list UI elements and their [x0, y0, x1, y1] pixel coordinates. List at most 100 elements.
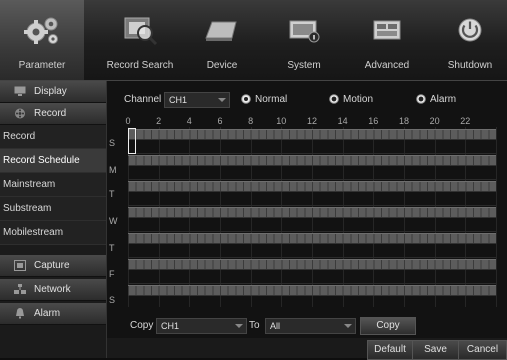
toolbar-device[interactable]: Device	[180, 0, 264, 80]
sidebar-item-mobilestream-label: Mobilestream	[3, 227, 64, 238]
motion-radio[interactable]	[329, 94, 339, 104]
day-label-saturday: S	[109, 295, 116, 305]
row-divider	[128, 283, 496, 284]
to-label: To	[249, 320, 260, 331]
top-toolbar: Parameter Record Search Device System Ad…	[0, 0, 507, 81]
monitor-icon	[14, 86, 26, 96]
sidebar-category-capture-label: Capture	[34, 260, 70, 271]
toolbar-record-search-label: Record Search	[106, 60, 174, 71]
toolbar-advanced[interactable]: Advanced	[345, 0, 429, 80]
channel-select[interactable]: CH1	[164, 92, 230, 108]
sidebar-item-record[interactable]: Record	[0, 125, 106, 149]
day-label-wednesday: W	[109, 216, 118, 226]
copy-label: Copy	[130, 320, 154, 331]
dvr-settings-window: Parameter Record Search Device System Ad…	[0, 0, 507, 360]
chevron-down-icon	[218, 98, 226, 102]
copy-from-select[interactable]: CH1	[156, 318, 247, 334]
sidebar-item-substream-label: Substream	[3, 203, 52, 214]
record-schedule-panel: Channel CH1 Normal Motion Alarm 0 2 4 6 …	[107, 81, 507, 358]
schedule-track-monday[interactable]	[128, 155, 496, 166]
row-divider	[128, 153, 496, 154]
toolbar-device-label: Device	[206, 60, 238, 71]
day-label-thursday: T	[109, 243, 115, 253]
sidebar-category-display[interactable]: Display	[0, 81, 106, 103]
copy-to-select[interactable]: All	[265, 318, 356, 334]
sidebar-category-capture[interactable]: Capture	[0, 255, 106, 277]
sidebar-item-record-label: Record	[3, 131, 36, 142]
action-bar: Default Save Cancel	[107, 338, 507, 360]
toolbar-system[interactable]: System	[262, 0, 346, 80]
toolbar-shutdown[interactable]: Shutdown	[428, 0, 507, 80]
chevron-down-icon	[235, 324, 243, 328]
sidebar-item-mainstream[interactable]: Mainstream	[0, 173, 106, 197]
normal-radio[interactable]	[241, 94, 251, 104]
sidebar-category-record-label: Record	[34, 108, 67, 119]
channel-label: Channel	[124, 94, 162, 105]
film-reel-icon	[15, 108, 25, 119]
schedule-track-wednesday[interactable]	[128, 207, 496, 218]
hour-label: 4	[186, 116, 192, 126]
toolbar-record-search[interactable]: Record Search	[98, 0, 182, 80]
toolbar-advanced-label: Advanced	[364, 60, 410, 71]
chevron-down-icon	[344, 324, 352, 328]
toolbar-parameter-label: Parameter	[18, 60, 66, 71]
copy-to-value: All	[270, 321, 281, 331]
sidebar-item-record-schedule-label: Record Schedule	[3, 155, 80, 166]
schedule-track-saturday[interactable]	[128, 285, 496, 296]
hour-label: 20	[429, 116, 440, 126]
row-divider	[128, 231, 496, 232]
alarm-icon	[16, 308, 24, 319]
sidebar-category-alarm[interactable]: Alarm	[0, 303, 106, 325]
default-button[interactable]: Default	[367, 340, 413, 360]
day-label-tuesday: T	[109, 189, 115, 199]
motion-radio-label: Motion	[343, 94, 374, 105]
alarm-radio[interactable]	[416, 94, 426, 104]
schedule-track-thursday[interactable]	[128, 233, 496, 244]
magnifier-film-icon	[124, 17, 158, 46]
day-label-friday: F	[109, 269, 115, 279]
cancel-button[interactable]: Cancel	[458, 340, 507, 360]
sidebar-category-alarm-label: Alarm	[34, 308, 61, 319]
hour-label: 14	[337, 116, 348, 126]
sidebar-item-substream[interactable]: Substream	[0, 197, 106, 221]
sidebar-category-network-label: Network	[34, 284, 71, 295]
sidebar-item-mainstream-label: Mainstream	[3, 179, 56, 190]
schedule-track-sunday[interactable]	[128, 129, 496, 140]
monitor-info-icon	[289, 20, 320, 43]
alarm-radio-label: Alarm	[430, 94, 457, 105]
selection-cursor[interactable]	[128, 128, 136, 154]
sidebar-category-display-label: Display	[34, 86, 67, 97]
grid-line	[496, 127, 497, 307]
hour-label: 6	[217, 116, 223, 126]
normal-radio-label: Normal	[255, 94, 288, 105]
hard-drive-icon	[205, 21, 237, 41]
hour-label: 2	[156, 116, 162, 126]
schedule-track-tuesday[interactable]	[128, 181, 496, 192]
save-button[interactable]: Save	[412, 340, 459, 360]
sidebar-category-record[interactable]: Record	[0, 103, 106, 125]
gears-icon	[24, 17, 58, 44]
row-divider	[128, 257, 496, 258]
hour-label: 10	[276, 116, 287, 126]
capture-icon	[14, 260, 26, 271]
schedule-track-friday[interactable]	[128, 259, 496, 270]
channel-select-value: CH1	[169, 95, 188, 105]
advanced-panel-icon	[373, 20, 401, 40]
day-label-sunday: S	[109, 138, 116, 148]
hour-label: 16	[368, 116, 379, 126]
sidebar-category-network[interactable]: Network	[0, 279, 106, 301]
sidebar-item-record-schedule[interactable]: Record Schedule	[0, 149, 106, 173]
copy-button[interactable]: Copy	[360, 317, 416, 335]
hour-label: 22	[460, 116, 471, 126]
row-divider	[128, 179, 496, 180]
hour-label: 12	[306, 116, 318, 126]
sidebar-item-mobilestream[interactable]: Mobilestream	[0, 221, 106, 245]
power-icon	[458, 18, 482, 42]
toolbar-parameter[interactable]: Parameter	[0, 0, 84, 80]
hour-label: 8	[248, 116, 254, 126]
sidebar: Display Record Record Record Schedule Ma…	[0, 81, 107, 358]
network-icon	[14, 284, 26, 294]
copy-from-value: CH1	[161, 321, 180, 331]
toolbar-shutdown-label: Shutdown	[447, 60, 493, 71]
day-label-monday: M	[109, 165, 117, 175]
